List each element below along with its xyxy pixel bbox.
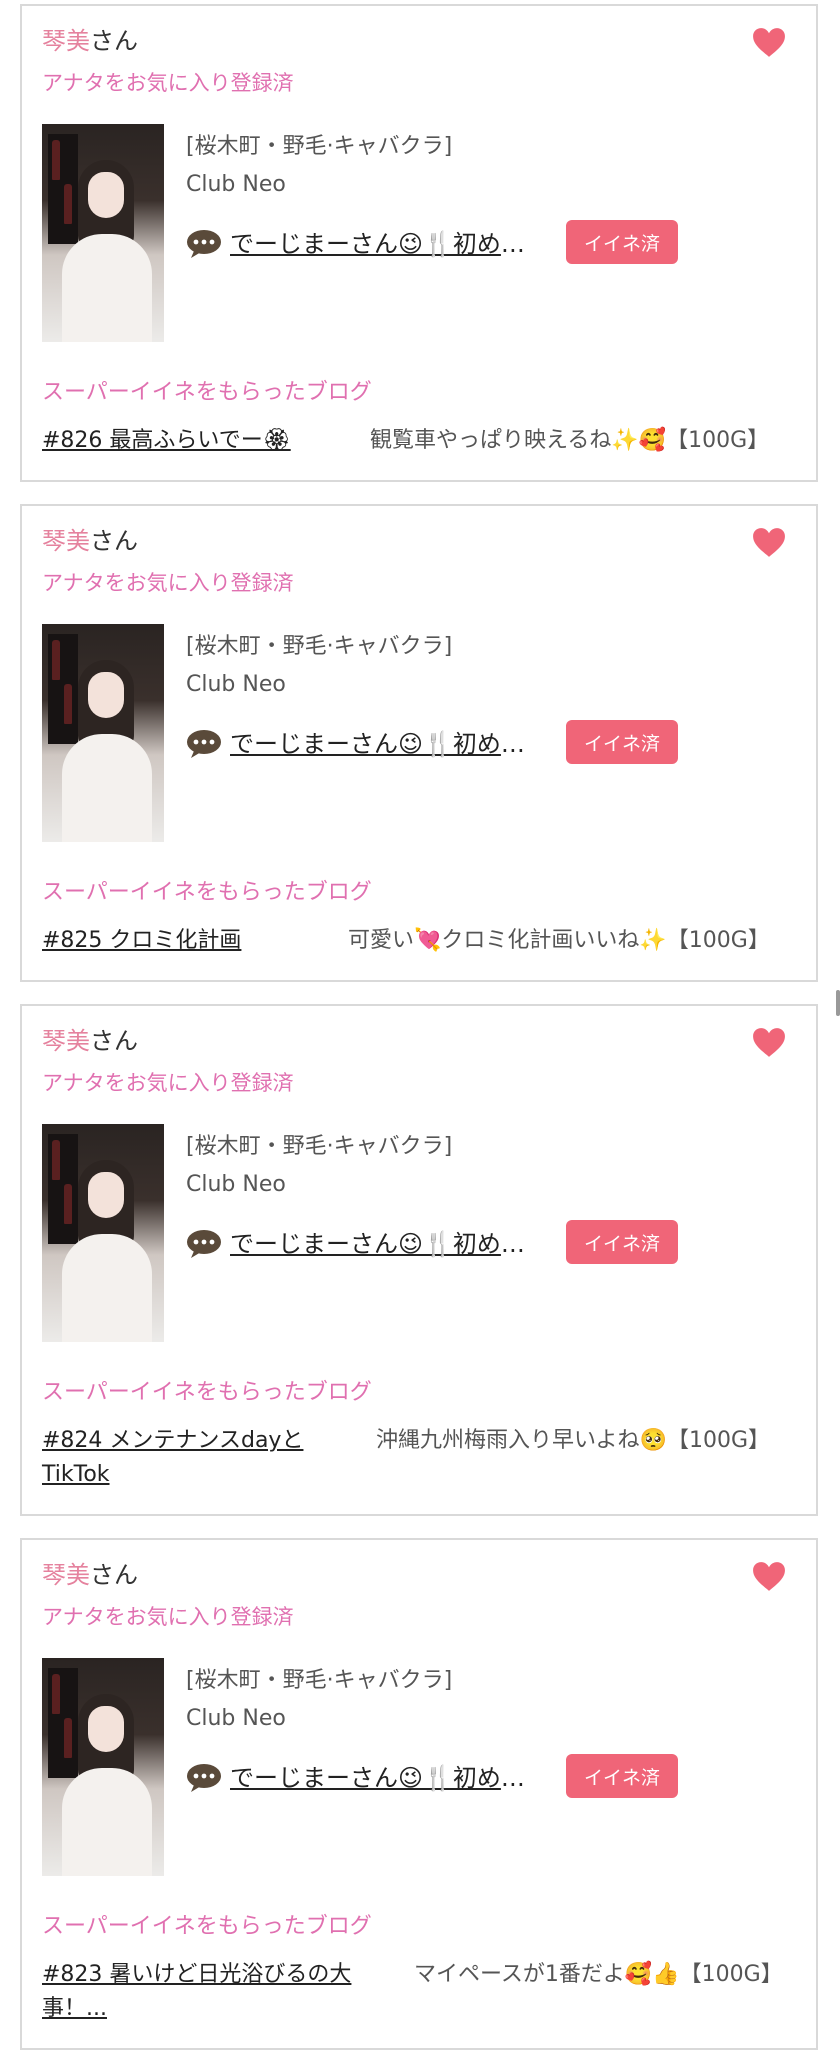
cast-name-row[interactable]: 琴美さん bbox=[42, 1558, 138, 1592]
photo-bottle bbox=[64, 684, 72, 724]
favorite-heart-icon[interactable] bbox=[752, 26, 786, 60]
cast-name[interactable]: 琴美 bbox=[42, 27, 90, 55]
name-suffix: さん bbox=[90, 1027, 138, 1055]
super-iine-post-link[interactable]: #825 クロミ化計画 bbox=[42, 924, 241, 958]
blog-title-link[interactable]: でーじまーさん😉🍴初めてのお客さんありがとうございました bbox=[230, 228, 548, 260]
photo-bottle bbox=[64, 1184, 72, 1224]
shop-name[interactable]: Club Neo bbox=[186, 1704, 286, 1734]
cast-name-row[interactable]: 琴美さん bbox=[42, 524, 138, 558]
cast-name[interactable]: 琴美 bbox=[42, 1561, 90, 1589]
photo-face bbox=[88, 172, 124, 218]
cast-name-row[interactable]: 琴美さん bbox=[42, 24, 138, 58]
speech-bubble-icon bbox=[186, 229, 222, 259]
cast-name-row[interactable]: 琴美さん bbox=[42, 1024, 138, 1058]
favorite-status: アナタをお気に入り登録済 bbox=[42, 571, 294, 595]
super-iine-post-link[interactable]: #823 暑いけど日光浴びるの大事！... bbox=[42, 1958, 382, 2026]
name-suffix: さん bbox=[90, 27, 138, 55]
super-iine-post-link[interactable]: #824 メンテナンスdayとTikTok bbox=[42, 1424, 322, 1492]
super-iine-comment: 観覧車やっぱり映えるね✨🥰【100G】 bbox=[370, 428, 770, 453]
super-iine-heading: スーパーイイネをもらったブログ bbox=[42, 880, 372, 905]
shop-area: [桜木町・野毛·キャバクラ] bbox=[186, 1668, 453, 1693]
photo-bottle bbox=[52, 1674, 60, 1714]
shop-area: [桜木町・野毛·キャバクラ] bbox=[186, 134, 453, 159]
super-iine-comment: 可愛い💘クロミ化計画いいね✨【100G】 bbox=[348, 928, 770, 953]
speech-bubble-icon bbox=[186, 729, 222, 759]
favorite-status: アナタをお気に入り登録済 bbox=[42, 71, 294, 95]
speech-bubble-icon bbox=[186, 1229, 222, 1259]
favorite-heart-icon[interactable] bbox=[752, 1560, 786, 1594]
cast-name[interactable]: 琴美 bbox=[42, 527, 90, 555]
speech-bubble-icon bbox=[186, 1763, 222, 1793]
iine-done-button[interactable]: イイネ済 bbox=[566, 1220, 678, 1264]
shop-name[interactable]: Club Neo bbox=[186, 670, 286, 700]
cast-name[interactable]: 琴美 bbox=[42, 1027, 90, 1055]
shop-area: [桜木町・野毛·キャバクラ] bbox=[186, 634, 453, 659]
photo-face bbox=[88, 672, 124, 718]
cast-photo[interactable] bbox=[42, 1124, 164, 1342]
cast-photo[interactable] bbox=[42, 624, 164, 842]
iine-done-button[interactable]: イイネ済 bbox=[566, 1754, 678, 1798]
cast-photo[interactable] bbox=[42, 124, 164, 342]
favorite-heart-icon[interactable] bbox=[752, 526, 786, 560]
iine-done-button[interactable]: イイネ済 bbox=[566, 720, 678, 764]
favorite-status: アナタをお気に入り登録済 bbox=[42, 1605, 294, 1629]
photo-body bbox=[62, 1234, 152, 1342]
photo-bottle bbox=[52, 140, 60, 180]
super-iine-feed: 琴美さん アナタをお気に入り登録済 [桜木町・野毛·キャバクラ] Club Ne… bbox=[0, 0, 840, 2060]
photo-bottle bbox=[64, 184, 72, 224]
latest-blog-row: でーじまーさん😉🍴初めてのお客さんありがとうございました bbox=[186, 1758, 548, 1798]
iine-done-button[interactable]: イイネ済 bbox=[566, 220, 678, 264]
blog-title-link[interactable]: でーじまーさん😉🍴初めてのお客さんありがとうございました bbox=[230, 728, 548, 760]
super-iine-post-link[interactable]: #826 最高ふらいでー🏵 bbox=[42, 424, 291, 458]
name-suffix: さん bbox=[90, 527, 138, 555]
photo-body bbox=[62, 234, 152, 342]
super-iine-card: 琴美さん アナタをお気に入り登録済 [桜木町・野毛·キャバクラ] Club Ne… bbox=[20, 4, 818, 482]
shop-name[interactable]: Club Neo bbox=[186, 1170, 286, 1200]
shop-name[interactable]: Club Neo bbox=[186, 170, 286, 200]
scrollbar-thumb[interactable] bbox=[836, 990, 840, 1016]
shop-area: [桜木町・野毛·キャバクラ] bbox=[186, 1134, 453, 1159]
favorite-heart-icon[interactable] bbox=[752, 1026, 786, 1060]
cast-photo[interactable] bbox=[42, 1658, 164, 1876]
latest-blog-row: でーじまーさん😉🍴初めてのお客さんありがとうございました bbox=[186, 1224, 548, 1264]
super-iine-comment: 沖縄九州梅雨入り早いよね🥺【100G】 bbox=[376, 1428, 770, 1453]
photo-body bbox=[62, 734, 152, 842]
super-iine-heading: スーパーイイネをもらったブログ bbox=[42, 380, 372, 405]
blog-title-link[interactable]: でーじまーさん😉🍴初めてのお客さんありがとうございました bbox=[230, 1228, 548, 1260]
latest-blog-row: でーじまーさん😉🍴初めてのお客さんありがとうございました bbox=[186, 224, 548, 264]
latest-blog-row: でーじまーさん😉🍴初めてのお客さんありがとうございました bbox=[186, 724, 548, 764]
photo-face bbox=[88, 1172, 124, 1218]
super-iine-heading: スーパーイイネをもらったブログ bbox=[42, 1914, 372, 1939]
super-iine-comment: マイペースが1番だよ🥰👍【100G】 bbox=[414, 1962, 783, 1987]
photo-bottle bbox=[52, 640, 60, 680]
photo-bottle bbox=[64, 1718, 72, 1758]
photo-bottle bbox=[52, 1140, 60, 1180]
name-suffix: さん bbox=[90, 1561, 138, 1589]
super-iine-card: 琴美さん アナタをお気に入り登録済 [桜木町・野毛·キャバクラ] Club Ne… bbox=[20, 504, 818, 982]
super-iine-card: 琴美さん アナタをお気に入り登録済 [桜木町・野毛·キャバクラ] Club Ne… bbox=[20, 1538, 818, 2050]
favorite-status: アナタをお気に入り登録済 bbox=[42, 1071, 294, 1095]
photo-face bbox=[88, 1706, 124, 1752]
photo-body bbox=[62, 1768, 152, 1876]
super-iine-card: 琴美さん アナタをお気に入り登録済 [桜木町・野毛·キャバクラ] Club Ne… bbox=[20, 1004, 818, 1516]
super-iine-heading: スーパーイイネをもらったブログ bbox=[42, 1380, 372, 1405]
blog-title-link[interactable]: でーじまーさん😉🍴初めてのお客さんありがとうございました bbox=[230, 1762, 548, 1794]
